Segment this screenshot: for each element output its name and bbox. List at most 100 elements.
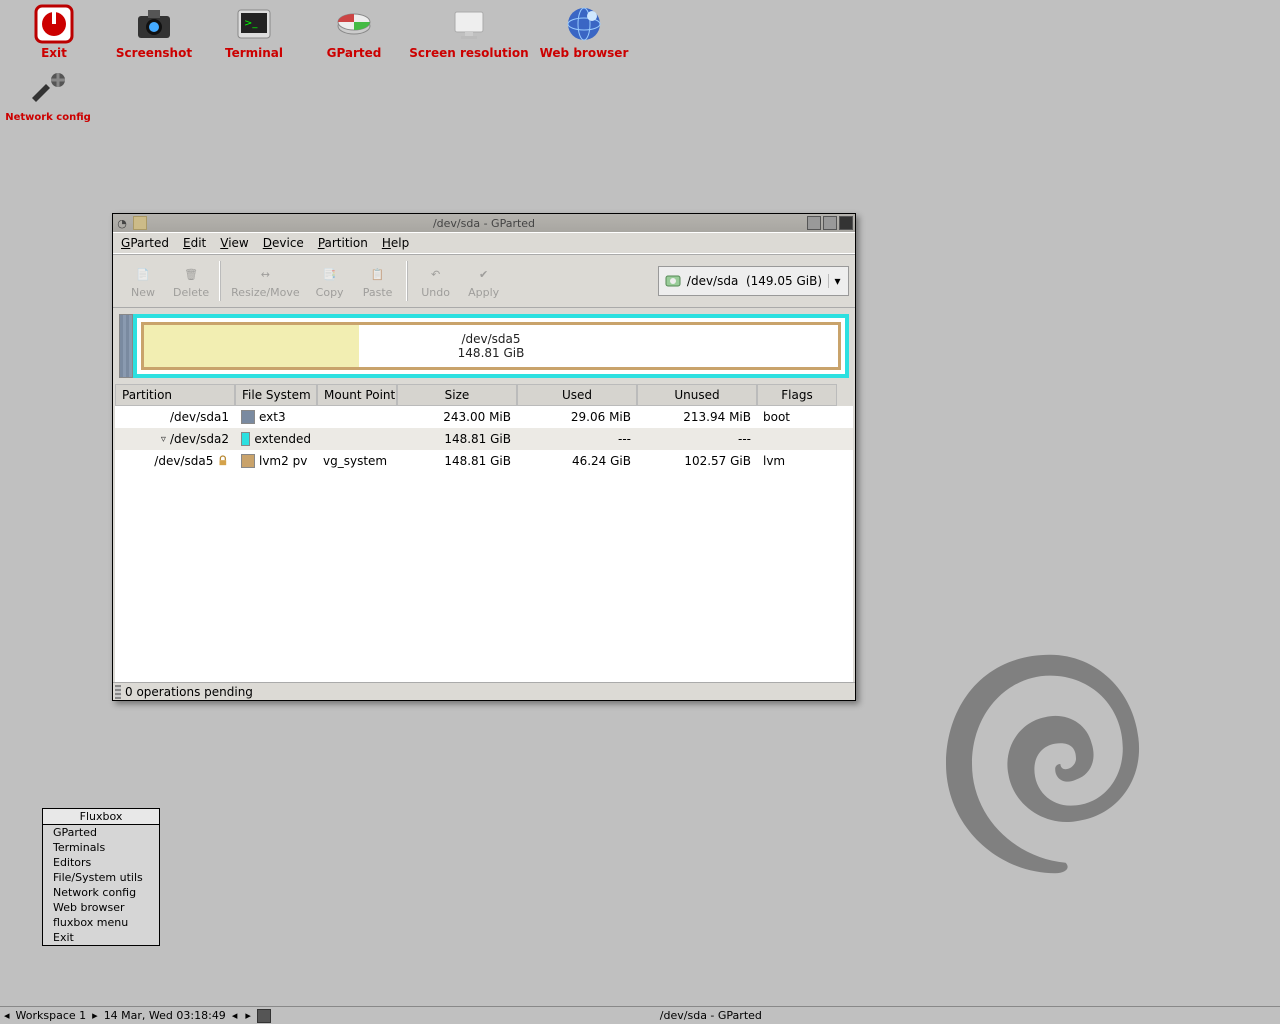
toolbar-paste[interactable]: 📋Paste — [356, 257, 400, 305]
partition-box-sda5[interactable]: /dev/sda5 148.81 GiB — [141, 322, 841, 370]
col-size[interactable]: Size — [397, 384, 517, 406]
window-prev[interactable]: ◂ — [228, 1009, 242, 1022]
status-text: 0 operations pending — [125, 685, 253, 699]
expand-arrow-icon[interactable]: ▿ — [154, 434, 166, 445]
desktop-icon-label: Terminal — [225, 46, 283, 60]
fluxbox-menu-item-network-config[interactable]: Network config — [43, 885, 159, 900]
workspace-next[interactable]: ▸ — [88, 1009, 102, 1022]
menu-device[interactable]: Device — [263, 236, 304, 250]
fs-name: lvm2 pv — [259, 454, 307, 468]
desktop-icon-screenshot[interactable]: Screenshot — [104, 4, 204, 60]
taskbar-active-window[interactable]: /dev/sda - GParted — [652, 1009, 770, 1022]
resize-icon: ↔ — [254, 264, 276, 286]
unused-value: 213.94 MiB — [637, 410, 757, 424]
table-row[interactable]: /dev/sda5lvm2 pvvg_system148.81 GiB46.24… — [115, 450, 853, 472]
toolbar-new[interactable]: 📄New — [121, 257, 165, 305]
paste-icon: 📋 — [367, 264, 389, 286]
maximize-button[interactable] — [823, 216, 837, 230]
trash-icon: 🗑 — [180, 264, 202, 286]
window-sticky-icon[interactable] — [133, 216, 147, 230]
menu-partition[interactable]: Partition — [318, 236, 368, 250]
minimize-button[interactable] — [807, 216, 821, 230]
unused-value: --- — [637, 432, 757, 446]
table-row[interactable]: /dev/sda1ext3243.00 MiB29.06 MiB213.94 M… — [115, 406, 853, 428]
desktop-icon-terminal[interactable]: >_ Terminal — [204, 4, 304, 60]
fluxbox-menu-title: Fluxbox — [43, 809, 159, 825]
device-selector[interactable]: /dev/sda (149.05 GiB) ▾ — [658, 266, 849, 296]
window-title: /dev/sda - GParted — [433, 217, 535, 230]
apply-icon: ✔ — [473, 264, 495, 286]
menu-view[interactable]: View — [220, 236, 248, 250]
mount-point: vg_system — [317, 454, 397, 468]
camera-icon — [134, 4, 174, 44]
fs-color-swatch — [241, 410, 255, 424]
window-next[interactable]: ▸ — [241, 1009, 255, 1022]
unused-value: 102.57 GiB — [637, 454, 757, 468]
size-value: 148.81 GiB — [397, 432, 517, 446]
table-row[interactable]: ▿/dev/sda2extended148.81 GiB------ — [115, 428, 853, 450]
table-header: Partition File System Mount Point Size U… — [115, 384, 853, 406]
col-used[interactable]: Used — [517, 384, 637, 406]
file-new-icon: 📄 — [132, 264, 154, 286]
undo-icon: ↶ — [425, 264, 447, 286]
partition-used-area — [144, 325, 359, 367]
toolbar-separator — [406, 261, 408, 301]
lock-icon — [217, 454, 229, 468]
partition-box-extended[interactable]: /dev/sda5 148.81 GiB — [133, 314, 849, 378]
workspace-prev[interactable]: ◂ — [0, 1009, 14, 1022]
fs-color-swatch — [241, 432, 250, 446]
chevron-down-icon[interactable]: ▾ — [828, 274, 842, 288]
desktop-icon-label: Web browser — [540, 46, 629, 60]
fluxbox-menu-item-fluxbox-menu[interactable]: fluxbox menu — [43, 915, 159, 930]
device-size: (149.05 GiB) — [746, 274, 822, 288]
size-value: 148.81 GiB — [397, 454, 517, 468]
toolbar-undo[interactable]: ↶Undo — [414, 257, 458, 305]
toolbar-copy[interactable]: 📑Copy — [308, 257, 352, 305]
partition-handle-sda1[interactable] — [119, 314, 133, 378]
fluxbox-menu-item-gparted[interactable]: GParted — [43, 825, 159, 840]
fs-name: ext3 — [259, 410, 286, 424]
workspace-label[interactable]: Workspace 1 — [14, 1009, 89, 1022]
flags-value: boot — [757, 410, 837, 424]
taskbar: ◂ Workspace 1 ▸ 14 Mar, Wed 03:18:49 ◂ ▸… — [0, 1006, 1280, 1024]
used-value: --- — [517, 432, 637, 446]
partition-graphic: /dev/sda5 148.81 GiB — [119, 314, 849, 378]
flags-value: lvm — [757, 454, 837, 468]
fluxbox-menu-item-terminals[interactable]: Terminals — [43, 840, 159, 855]
toolbar-apply[interactable]: ✔Apply — [462, 257, 506, 305]
hard-disk-icon — [665, 273, 681, 289]
desktop-icon-screen-resolution[interactable]: Screen resolution — [404, 4, 534, 60]
svg-text:>_: >_ — [244, 18, 258, 29]
tray-icon[interactable] — [257, 1009, 271, 1023]
gparted-icon — [334, 4, 374, 44]
toolbar-delete[interactable]: 🗑Delete — [169, 257, 213, 305]
menu-edit[interactable]: Edit — [183, 236, 206, 250]
col-unused[interactable]: Unused — [637, 384, 757, 406]
close-button[interactable] — [839, 216, 853, 230]
statusbar-grip — [115, 685, 121, 699]
menu-gparted[interactable]: GParted — [121, 236, 169, 250]
fluxbox-menu-item-file-system-utils[interactable]: File/System utils — [43, 870, 159, 885]
fluxbox-menu-item-web-browser[interactable]: Web browser — [43, 900, 159, 915]
desktop-icon-exit[interactable]: Exit — [4, 4, 104, 60]
col-flags[interactable]: Flags — [757, 384, 837, 406]
col-filesystem[interactable]: File System — [235, 384, 317, 406]
desktop-icon-gparted[interactable]: GParted — [304, 4, 404, 60]
desktop-icons-row1: Exit Screenshot >_ Terminal GParted Scre… — [4, 4, 634, 60]
partition-graphic-label: /dev/sda5 148.81 GiB — [458, 332, 525, 360]
menu-help[interactable]: Help — [382, 236, 409, 250]
col-mountpoint[interactable]: Mount Point — [317, 384, 397, 406]
fluxbox-menu-item-exit[interactable]: Exit — [43, 930, 159, 945]
fs-name: extended — [254, 432, 311, 446]
fluxbox-menu-item-editors[interactable]: Editors — [43, 855, 159, 870]
col-partition[interactable]: Partition — [115, 384, 235, 406]
table-body: /dev/sda1ext3243.00 MiB29.06 MiB213.94 M… — [115, 406, 853, 682]
desktop-icon-label: Exit — [41, 46, 67, 60]
toolbar: 📄New 🗑Delete ↔Resize/Move 📑Copy 📋Paste ↶… — [113, 254, 855, 308]
desktop-icon-network-config[interactable]: Network config — [4, 70, 92, 123]
titlebar[interactable]: ◔ /dev/sda - GParted — [113, 214, 855, 232]
desktop-icon-web-browser[interactable]: Web browser — [534, 4, 634, 60]
toolbar-separator — [219, 261, 221, 301]
toolbar-resize-move[interactable]: ↔Resize/Move — [227, 257, 303, 305]
desktop-icon-label: Screen resolution — [409, 46, 528, 60]
